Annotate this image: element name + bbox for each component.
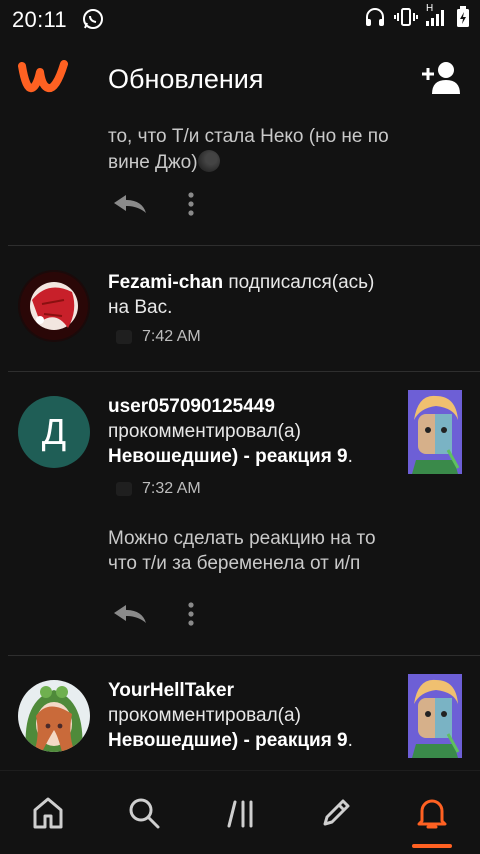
notification-item[interactable]: YourHellTaker прокомментировал(а) Невоше… [0, 656, 480, 770]
network-label: H [426, 3, 434, 14]
story-cover-thumbnail[interactable] [408, 390, 462, 474]
notification-text: Fezami-chan подписался(ась) на Вас. [108, 272, 375, 318]
notification-text: user057090125449 прокомментировал(а) Нев… [108, 396, 353, 467]
add-user-icon[interactable] [420, 60, 462, 101]
more-options-icon[interactable] [188, 192, 194, 221]
notification-item[interactable]: Fezami-chan подписался(ась) на Вас. 7:42… [0, 246, 480, 372]
reply-icon[interactable] [112, 193, 148, 220]
battery-icon [456, 6, 470, 33]
moon-emoji-icon [197, 150, 220, 172]
page-title: Обновления [108, 64, 264, 94]
notification-item[interactable]: Д user057090125449 прокомментировал(а) Н… [0, 372, 480, 656]
timestamp: 7:42 AM [142, 328, 201, 345]
comment-text: Можно сделать реакцию на то что т/и за б… [108, 528, 376, 574]
status-time: 20:11 [12, 7, 67, 32]
notification-type-icon [116, 482, 132, 496]
write-icon[interactable] [314, 791, 358, 835]
notifications-feed[interactable]: то, что Т/и стала Неко (но не по вине Дж… [0, 104, 480, 770]
library-icon[interactable] [219, 791, 263, 835]
comment-text: то, что Т/и стала Неко (но не по вине Дж… [108, 126, 389, 173]
active-tab-indicator [412, 844, 452, 848]
notification-text: YourHellTaker прокомментировал(а) Невоше… [108, 680, 353, 751]
avatar[interactable] [18, 680, 90, 752]
whatsapp-icon [82, 8, 104, 35]
timestamp: 7:32 AM [142, 480, 201, 497]
more-options-icon[interactable] [188, 602, 194, 631]
notification-type-icon [116, 330, 132, 344]
username-link[interactable]: YourHellTaker [108, 680, 234, 701]
story-cover-thumbnail[interactable] [408, 674, 462, 758]
headphones-icon [364, 7, 386, 32]
username-link[interactable]: user057090125449 [108, 396, 275, 417]
app-header: Обновления [0, 38, 480, 120]
story-link[interactable]: Невошедшие) - реакция 9 [108, 730, 348, 751]
home-icon[interactable] [26, 791, 70, 835]
wattpad-logo[interactable] [18, 58, 68, 99]
signal-icon: H [426, 3, 448, 32]
notifications-icon[interactable] [410, 791, 454, 835]
notification-meta: 7:32 AM [116, 480, 201, 498]
partial-comment-item[interactable]: то, что Т/и стала Неко (но не по вине Дж… [0, 104, 480, 246]
story-link[interactable]: Невошедшие) - реакция 9 [108, 446, 348, 467]
avatar-letter: Д [41, 411, 67, 452]
search-icon[interactable] [122, 791, 166, 835]
notification-meta: 7:42 AM [116, 328, 201, 346]
bottom-navigation [0, 770, 480, 854]
avatar[interactable] [18, 270, 90, 342]
reply-icon[interactable] [112, 603, 148, 630]
status-bar: 20:11 H [0, 0, 480, 38]
username-link[interactable]: Fezami-chan [108, 272, 223, 293]
avatar[interactable]: Д [18, 396, 90, 468]
vibrate-icon [394, 7, 418, 32]
